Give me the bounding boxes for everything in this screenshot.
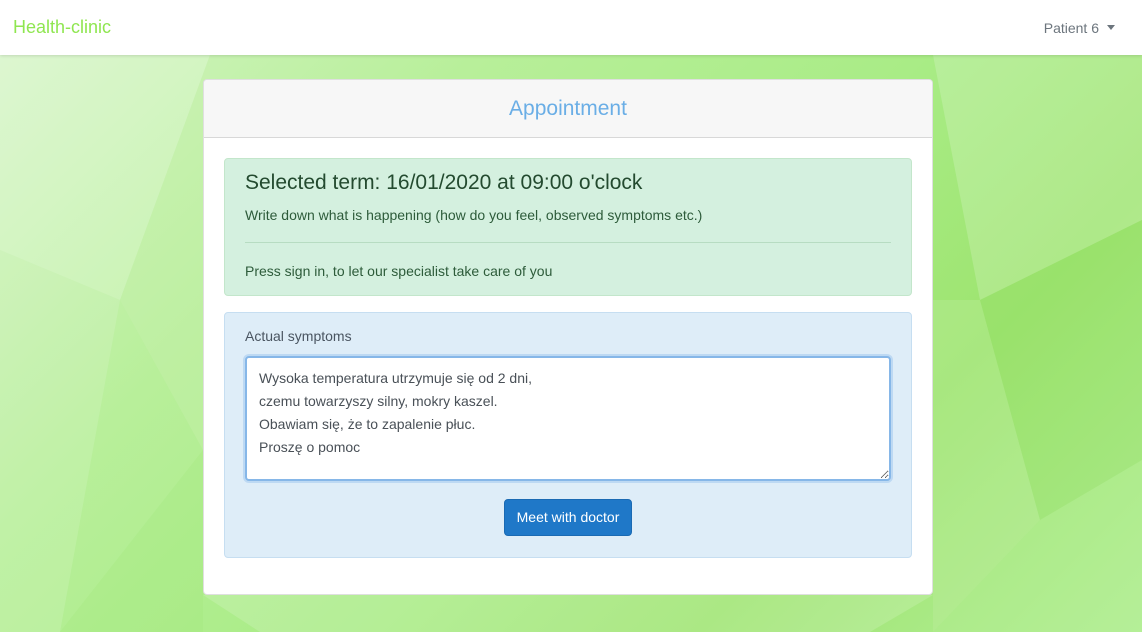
symptoms-form: Actual symptoms Wysoka temperatura utrzy… — [224, 312, 912, 558]
user-dropdown[interactable]: Patient 6 — [1044, 20, 1129, 36]
alert-instructions: Write down what is happening (how do you… — [245, 207, 703, 223]
card-header: Appointment — [204, 80, 932, 138]
symptoms-label: Actual symptoms — [245, 328, 352, 344]
meet-with-doctor-button[interactable]: Meet with doctor — [503, 499, 633, 536]
button-row: Meet with doctor — [245, 499, 891, 536]
caret-down-icon — [1107, 25, 1115, 30]
symptoms-textarea[interactable]: Wysoka temperatura utrzymuje się od 2 dn… — [245, 356, 891, 481]
alert-divider — [245, 242, 891, 243]
term-alert: Selected term: 16/01/2020 at 09:00 o'clo… — [224, 158, 912, 296]
alert-footer: Press sign in, to let our specialist tak… — [245, 263, 553, 279]
selected-term-heading: Selected term: 16/01/2020 at 09:00 o'clo… — [245, 171, 643, 194]
brand-link[interactable]: Health-clinic — [13, 17, 111, 38]
appointment-card: Appointment Selected term: 16/01/2020 at… — [203, 79, 933, 595]
page-title: Appointment — [509, 96, 627, 120]
user-name: Patient 6 — [1043, 19, 1099, 36]
top-navbar: Health-clinic Patient 6 — [0, 0, 1142, 55]
